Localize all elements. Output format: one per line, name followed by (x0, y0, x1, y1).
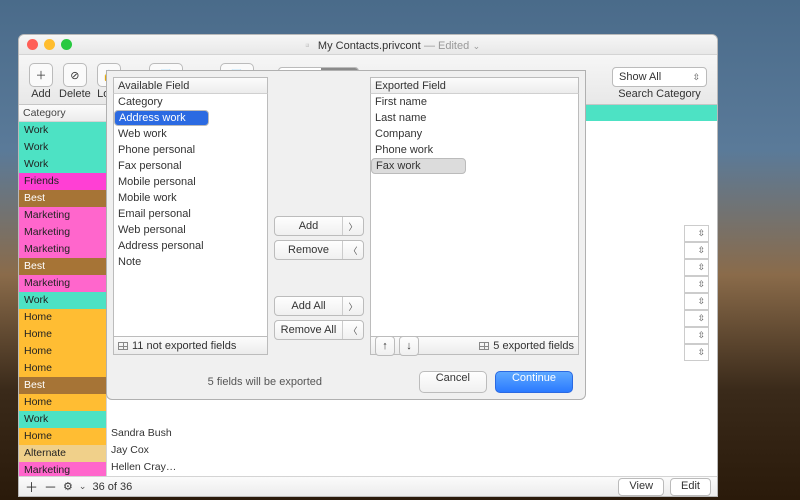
available-field-item[interactable]: Web personal (114, 222, 267, 238)
move-down-button[interactable]: ↓ (399, 336, 419, 356)
category-filter-select[interactable]: Show All ⇳ (612, 67, 707, 87)
view-button[interactable]: View (618, 478, 664, 496)
add-row-button[interactable]: ＋ (25, 477, 38, 496)
sidebar-tag[interactable]: Work (19, 122, 106, 139)
sidebar-tag[interactable]: Work (19, 156, 106, 173)
exported-field-item[interactable]: Phone work (371, 142, 578, 158)
sidebar-tag[interactable]: Home (19, 326, 106, 343)
minimize-traffic-light[interactable] (44, 39, 55, 50)
available-field-item[interactable]: Note (114, 254, 267, 270)
sidebar-header: Category (19, 105, 106, 122)
sidebar-tag[interactable]: Best (19, 258, 106, 275)
field-dropdown[interactable]: ⇳ (684, 242, 709, 259)
title-chevron-down-icon[interactable]: ⌄ (473, 41, 481, 51)
sidebar-tag[interactable]: Best (19, 377, 106, 394)
statusbar: ＋ － ⚙︎ ⌄ 36 of 36 View Edit (19, 476, 717, 496)
field-dropdown-column: ⇳ ⇳ ⇳ ⇳ ⇳ ⇳ ⇳ ⇳ (684, 225, 709, 361)
window-title: ▫️ My Contacts.privcont — Edited ⌄ (72, 38, 709, 52)
available-field-item[interactable]: Address work (114, 110, 209, 126)
export-status: 5 fields will be exported (119, 376, 411, 388)
sidebar-tag[interactable]: Marketing (19, 241, 106, 258)
field-dropdown[interactable]: ⇳ (684, 293, 709, 310)
available-field-item[interactable]: Phone personal (114, 142, 267, 158)
exported-field-item[interactable]: Fax work (371, 158, 466, 174)
sidebar-tag[interactable]: Work (19, 292, 106, 309)
sidebar-tag[interactable]: Marketing (19, 275, 106, 292)
traffic-lights (27, 39, 72, 50)
sidebar-tag[interactable]: Home (19, 360, 106, 377)
available-field-item[interactable]: Address personal (114, 238, 267, 254)
sidebar-tag[interactable]: Alternate (19, 445, 106, 462)
zoom-traffic-light[interactable] (61, 39, 72, 50)
grid-icon (479, 342, 489, 350)
available-field-item[interactable]: Mobile personal (114, 174, 267, 190)
sidebar-tag[interactable]: Best (19, 190, 106, 207)
contact-name[interactable]: Sandra Bush (107, 425, 227, 442)
remove-all-button[interactable]: Remove All〈 (274, 320, 364, 340)
chevron-updown-icon: ⇳ (692, 72, 700, 83)
field-dropdown[interactable]: ⇳ (684, 344, 709, 361)
continue-button[interactable]: Continue (495, 371, 573, 393)
sidebar-tag[interactable]: Home (19, 343, 106, 360)
delete-button[interactable]: ⊘ (63, 63, 87, 87)
contact-name[interactable]: Hellen Cray… (107, 459, 227, 476)
remove-row-button[interactable]: － (44, 477, 57, 496)
sidebar-tag[interactable]: Work (19, 411, 106, 428)
field-dropdown[interactable]: ⇳ (684, 225, 709, 242)
add-field-button[interactable]: Add〉 (274, 216, 364, 236)
sidebar-tag[interactable]: Home (19, 309, 106, 326)
grid-icon (118, 342, 128, 350)
sidebar: Category WorkWorkWorkFriendsBestMarketin… (19, 105, 107, 476)
sidebar-tag[interactable]: Work (19, 139, 106, 156)
available-footer: 11 not exported fields (113, 337, 268, 355)
exported-field-item[interactable]: Company (371, 126, 578, 142)
category-tags-list[interactable]: WorkWorkWorkFriendsBestMarketingMarketin… (19, 122, 106, 476)
exported-field-item[interactable]: First name (371, 94, 578, 110)
available-field-item[interactable]: Email personal (114, 206, 267, 222)
record-count: 36 of 36 (92, 481, 132, 493)
add-button[interactable]: ＋ (29, 63, 53, 87)
titlebar: ▫️ My Contacts.privcont — Edited ⌄ (19, 35, 717, 55)
available-fields-list[interactable]: CategoryAddress workWeb workPhone person… (113, 94, 268, 337)
add-all-button[interactable]: Add All〉 (274, 296, 364, 316)
sidebar-tag[interactable]: Friends (19, 173, 106, 190)
cancel-button[interactable]: Cancel (419, 371, 487, 393)
export-fields-dialog: Available Field CategoryAddress workWeb … (106, 70, 586, 400)
gear-icon[interactable]: ⚙︎ (63, 480, 73, 493)
move-up-button[interactable]: ↑ (375, 336, 395, 356)
exported-header: Exported Field (370, 77, 579, 94)
field-dropdown[interactable]: ⇳ (684, 259, 709, 276)
field-dropdown[interactable]: ⇳ (684, 310, 709, 327)
sidebar-tag[interactable]: Marketing (19, 462, 106, 476)
edit-button[interactable]: Edit (670, 478, 711, 496)
exported-fields-list[interactable]: First nameLast nameCompanyPhone workFax … (370, 94, 579, 337)
available-field-item[interactable]: Category (114, 94, 267, 110)
remove-field-button[interactable]: Remove〈 (274, 240, 364, 260)
sidebar-tag[interactable]: Marketing (19, 224, 106, 241)
available-header: Available Field (113, 77, 268, 94)
sidebar-tag[interactable]: Marketing (19, 207, 106, 224)
contact-name[interactable]: Jay Cox (107, 442, 227, 459)
names-column[interactable]: Sandra BushJay CoxHellen Cray…Rita Rossi (107, 425, 227, 476)
sidebar-tag[interactable]: Home (19, 394, 106, 411)
field-dropdown[interactable]: ⇳ (684, 327, 709, 344)
available-field-item[interactable]: Web work (114, 126, 267, 142)
available-field-item[interactable]: Mobile work (114, 190, 267, 206)
field-dropdown[interactable]: ⇳ (684, 276, 709, 293)
sidebar-tag[interactable]: Home (19, 428, 106, 445)
exported-field-item[interactable]: Last name (371, 110, 578, 126)
gear-menu-chevron[interactable]: ⌄ (79, 481, 87, 492)
close-traffic-light[interactable] (27, 39, 38, 50)
exported-footer: ↑ ↓ 5 exported fields (370, 337, 579, 355)
doc-icon: ▫️ (301, 40, 315, 52)
available-field-item[interactable]: Fax personal (114, 158, 267, 174)
